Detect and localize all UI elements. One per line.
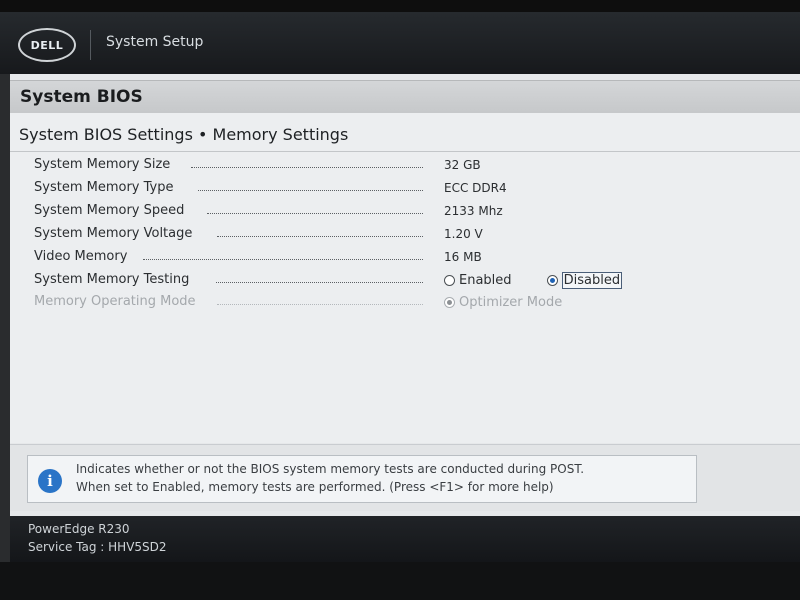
operating-mode-radio-group: Optimizer Mode xyxy=(444,293,592,312)
radio-checked-icon xyxy=(444,297,455,308)
info-icon: i xyxy=(38,469,62,493)
page-heading: System BIOS Settings • Memory Settings xyxy=(19,125,349,144)
setting-label: System Memory Type xyxy=(34,180,174,195)
radio-label-enabled[interactable]: Enabled xyxy=(459,273,512,288)
setting-label: System Memory Speed xyxy=(34,203,185,218)
setting-value: 2133 Mhz xyxy=(444,204,503,218)
header-divider xyxy=(90,30,91,60)
setting-value: ECC DDR4 xyxy=(444,181,507,195)
left-frame xyxy=(0,74,10,562)
leader-dots xyxy=(207,213,423,214)
section-title-bar: System BIOS xyxy=(10,80,800,113)
setting-label: System Memory Testing xyxy=(34,272,190,287)
settings-panel: System BIOS Settings • Memory Settings S… xyxy=(10,113,800,443)
help-text-line-1: Indicates whether or not the BIOS system… xyxy=(76,462,585,476)
header-bar: DELL System Setup xyxy=(0,12,800,74)
heading-divider xyxy=(10,151,800,152)
setting-row-memory-testing: System Memory Testing Enabled Disabled xyxy=(10,270,800,292)
setting-label: Memory Operating Mode xyxy=(34,294,196,309)
setting-row-memory-speed: System Memory Speed 2133 Mhz xyxy=(10,201,800,223)
radio-checked-icon[interactable] xyxy=(546,275,558,286)
memory-testing-radio-group: Enabled Disabled xyxy=(444,271,652,290)
setting-row-video-memory: Video Memory 16 MB xyxy=(10,247,800,269)
footer-bar: PowerEdge R230 Service Tag : HHV5SD2 xyxy=(10,516,800,562)
dell-logo: DELL xyxy=(18,28,76,62)
setting-label: Video Memory xyxy=(34,249,128,264)
setting-row-memory-size: System Memory Size 32 GB xyxy=(10,155,800,177)
setting-label: System Memory Voltage xyxy=(34,226,193,241)
radio-label-optimizer: Optimizer Mode xyxy=(459,295,563,310)
setting-value: 1.20 V xyxy=(444,227,483,241)
monitor-bezel-top xyxy=(0,0,800,12)
section-title: System BIOS xyxy=(20,87,143,107)
setting-row-memory-type: System Memory Type ECC DDR4 xyxy=(10,178,800,200)
leader-dots xyxy=(191,167,423,168)
app-title: System Setup xyxy=(106,34,204,50)
memory-testing-enabled-option[interactable]: Enabled xyxy=(444,273,512,288)
help-box: i Indicates whether or not the BIOS syst… xyxy=(27,455,697,503)
leader-dots xyxy=(217,236,423,237)
help-text-line-2: When set to Enabled, memory tests are pe… xyxy=(76,480,554,494)
operating-mode-optimizer-option: Optimizer Mode xyxy=(444,295,562,310)
help-area: i Indicates whether or not the BIOS syst… xyxy=(10,444,800,511)
bios-screen: DELL System Setup System BIOS System BIO… xyxy=(0,0,800,600)
service-tag: Service Tag : HHV5SD2 xyxy=(28,540,167,554)
setting-row-memory-voltage: System Memory Voltage 1.20 V xyxy=(10,224,800,246)
radio-unchecked-icon[interactable] xyxy=(444,275,455,286)
memory-testing-disabled-option[interactable]: Disabled xyxy=(546,272,623,289)
setting-label: System Memory Size xyxy=(34,157,171,172)
setting-value: 16 MB xyxy=(444,250,482,264)
leader-dots xyxy=(216,282,423,283)
leader-dots xyxy=(217,304,423,305)
setting-value: 32 GB xyxy=(444,158,481,172)
leader-dots xyxy=(143,259,423,260)
radio-label-disabled[interactable]: Disabled xyxy=(561,272,623,289)
monitor-bezel-bottom xyxy=(0,562,800,600)
leader-dots xyxy=(198,190,423,191)
system-model: PowerEdge R230 xyxy=(28,522,130,536)
setting-row-memory-operating-mode: Memory Operating Mode Optimizer Mode xyxy=(10,292,800,314)
